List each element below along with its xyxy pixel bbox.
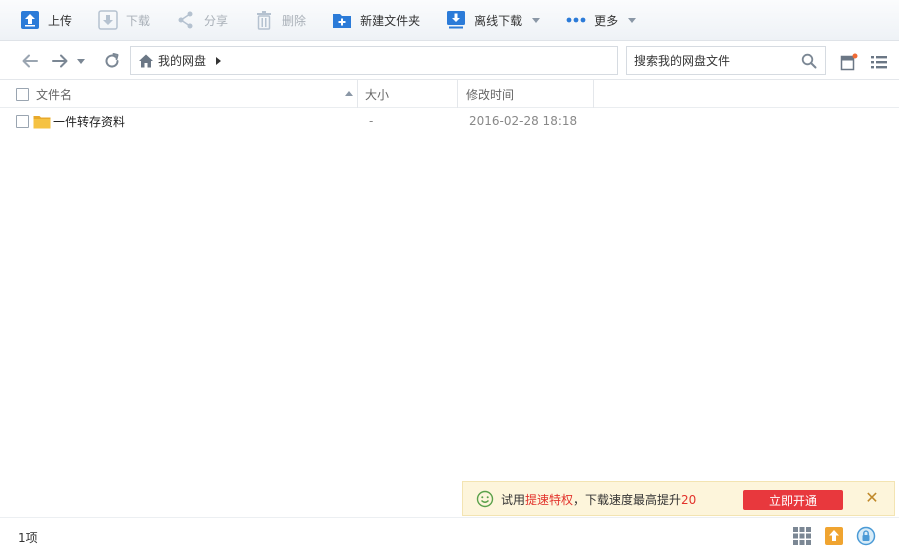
download-label: 下载 <box>126 13 151 28</box>
share-icon <box>176 10 196 30</box>
row-checkbox-wrap <box>16 108 29 134</box>
breadcrumb-item-root[interactable]: 我的网盘 <box>158 52 206 69</box>
more-dots-icon <box>566 10 586 30</box>
file-size: - <box>369 114 374 128</box>
more-button[interactable]: 更多 <box>566 0 637 41</box>
search-box <box>626 46 826 75</box>
notice-suffix: ，下载速度最高提升 <box>573 493 682 507</box>
lock-safe-icon[interactable] <box>856 526 876 546</box>
new-folder-icon <box>332 10 352 30</box>
offline-download-button[interactable]: 离线下载 <box>446 0 541 41</box>
column-size-label: 大小 <box>365 87 390 102</box>
download-icon <box>98 10 118 30</box>
notice-highlight-link[interactable]: 提速特权 <box>525 493 573 507</box>
new-folder-label: 新建文件夹 <box>360 13 421 28</box>
upload-icon <box>20 10 40 30</box>
toolbar: 上传 下载 分享 删除 新建文件夹 离线下载 更多 <box>0 0 899 41</box>
close-icon[interactable]: ✕ <box>864 490 880 506</box>
file-name-cell[interactable]: 一件转存资料 <box>33 108 125 134</box>
share-label: 分享 <box>204 13 229 28</box>
file-modified: 2016-02-28 18:18 <box>469 114 578 128</box>
search-input[interactable] <box>627 47 792 74</box>
smile-icon <box>476 490 494 508</box>
column-modified[interactable]: 修改时间 <box>466 80 514 108</box>
search-icon[interactable] <box>801 53 817 69</box>
more-label: 更多 <box>594 13 619 28</box>
thumbnail-view-icon[interactable] <box>840 53 858 71</box>
table-row[interactable]: 一件转存资料 - 2016-02-28 18:18 <box>0 108 899 134</box>
breadcrumb: 我的网盘 <box>130 46 618 75</box>
notice-percent: 20 <box>681 493 697 507</box>
refresh-icon[interactable] <box>102 51 122 71</box>
column-divider[interactable] <box>593 80 594 108</box>
offline-download-label: 离线下载 <box>474 13 523 28</box>
forward-arrow-icon[interactable] <box>50 51 70 71</box>
upload-label: 上传 <box>48 13 73 28</box>
chevron-down-icon <box>628 17 637 23</box>
delete-label: 删除 <box>282 13 307 28</box>
offline-download-icon <box>446 10 466 30</box>
address-bar: 我的网盘 <box>0 41 899 80</box>
column-header: 文件名 大小 修改时间 <box>0 80 899 108</box>
grid-apps-icon[interactable] <box>792 526 812 546</box>
trash-icon <box>254 10 274 30</box>
sort-ascending-icon[interactable] <box>345 91 353 96</box>
back-arrow-icon[interactable] <box>20 51 40 71</box>
column-size[interactable]: 大小 <box>365 80 389 108</box>
status-bar: 1项 <box>0 517 899 551</box>
row-checkbox[interactable] <box>16 114 29 128</box>
history-dropdown-icon[interactable] <box>75 51 87 71</box>
upload-button[interactable]: 上传 <box>20 0 72 41</box>
new-folder-button[interactable]: 新建文件夹 <box>332 0 420 41</box>
select-all-checkbox-wrap <box>16 80 29 108</box>
notice-prefix: 试用 <box>501 493 526 507</box>
activate-now-button[interactable]: 立即开通 <box>743 490 843 510</box>
speedup-notice: 试用提速特权，下载速度最高提升20 立即开通 ✕ <box>462 481 895 516</box>
notice-message: 试用提速特权，下载速度最高提升20 <box>501 491 696 508</box>
download-button[interactable]: 下载 <box>98 0 150 41</box>
folder-icon <box>33 114 51 129</box>
breadcrumb-arrow-icon[interactable] <box>216 56 222 65</box>
chevron-down-icon[interactable] <box>532 17 541 23</box>
column-modified-label: 修改时间 <box>466 87 515 102</box>
column-divider[interactable] <box>457 80 458 108</box>
file-name[interactable]: 一件转存资料 <box>53 113 125 130</box>
delete-button[interactable]: 删除 <box>254 0 306 41</box>
upload-queue-icon[interactable] <box>824 526 844 546</box>
column-name-label: 文件名 <box>36 87 73 102</box>
column-name[interactable]: 文件名 <box>36 80 72 108</box>
column-divider[interactable] <box>357 80 358 108</box>
list-view-icon[interactable] <box>870 53 888 71</box>
select-all-checkbox[interactable] <box>16 87 29 101</box>
share-button[interactable]: 分享 <box>176 0 228 41</box>
home-icon[interactable] <box>137 52 155 70</box>
item-count: 1项 <box>18 531 38 545</box>
